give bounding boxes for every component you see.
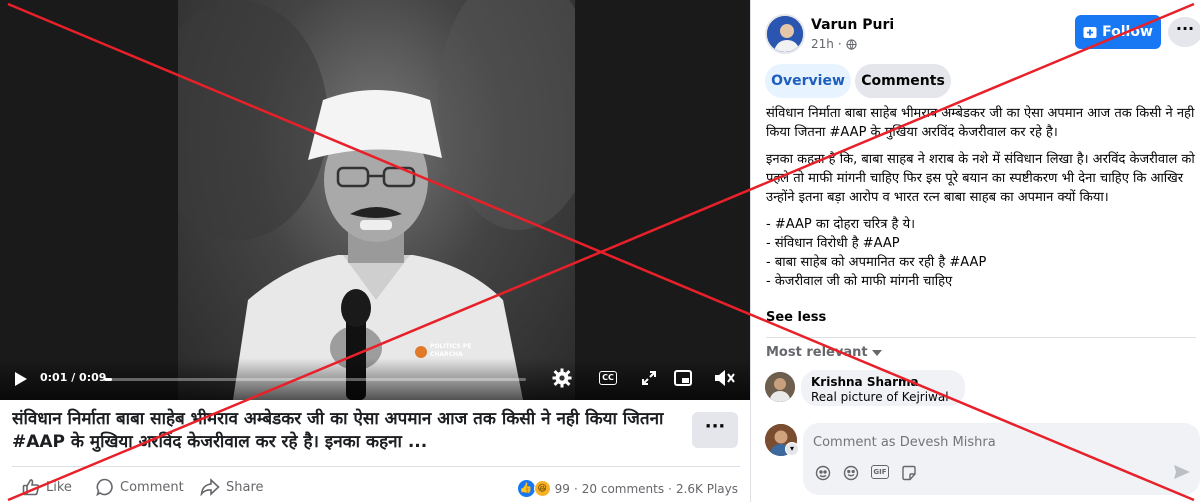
comment-button[interactable]: Comment — [96, 478, 184, 496]
video-controls-bar: 0:01 / 0:09 CC — [0, 358, 750, 400]
follow-button[interactable]: Follow — [1075, 15, 1161, 49]
see-less-link[interactable]: See less — [766, 310, 826, 325]
post-bullet: - संविधान विरोधी है #AAP — [766, 236, 900, 251]
comment-label: Comment — [120, 479, 184, 495]
share-icon — [200, 478, 220, 496]
video-progress-bar[interactable] — [104, 378, 526, 381]
comment-sort-dropdown[interactable]: Most relevant — [766, 345, 882, 360]
plays-count: 2.6K Plays — [675, 481, 738, 496]
post-time[interactable]: 21h — [811, 37, 834, 51]
play-icon[interactable] — [10, 368, 32, 390]
video-watermark: POLITICS PE CHARCHA — [430, 343, 472, 358]
comment-bubble: Krishna Sharma Real picture of Kejriwal — [801, 370, 965, 406]
comment-input[interactable] — [813, 432, 1183, 452]
mute-icon[interactable] — [712, 367, 738, 389]
stats-separator: · — [573, 481, 578, 496]
post-body: संविधान निर्माता बाबा साहेब भीमराव अम्बे… — [766, 104, 1196, 328]
stats-separator: · — [668, 481, 672, 496]
tab-overview[interactable]: Overview — [765, 64, 851, 98]
post-bullet-list: - #AAP का दोहरा चरित्र है ये। - संविधान … — [766, 215, 1196, 291]
gif-icon[interactable]: GIF — [871, 465, 889, 479]
emoji-icon[interactable] — [843, 465, 859, 481]
facebook-video-post: POLITICS PE CHARCHA 0:01 / 0:09 CC संविध… — [0, 0, 1200, 502]
tab-comments[interactable]: Comments — [855, 64, 951, 98]
reaction-count[interactable]: 99 — [555, 482, 570, 496]
comment-composer: GIF — [803, 423, 1200, 495]
author-avatar[interactable] — [765, 14, 805, 54]
thumbs-up-icon — [22, 479, 40, 496]
post-stats: 👍 😆 99 · 20 comments · 2.6K Plays — [517, 480, 738, 497]
divider — [766, 337, 1196, 338]
avatar-sticker-icon[interactable] — [815, 465, 831, 481]
comments-count[interactable]: 20 comments — [582, 482, 664, 496]
post-panel: Varun Puri 21h · Follow ··· Overview Com… — [750, 0, 1200, 502]
chevron-down-icon[interactable]: ▾ — [785, 442, 799, 456]
separator-dot: · — [837, 37, 842, 51]
comment-author[interactable]: Krishna Sharma — [811, 375, 955, 389]
cc-label: CC — [599, 371, 617, 385]
send-icon[interactable] — [1173, 463, 1193, 483]
composer-tools: GIF — [815, 465, 917, 481]
post-bullet: - केजरीवाल जी को माफी मांगनी चाहिए — [766, 274, 953, 289]
post-bullet: - #AAP का दोहरा चरित्र है ये। — [766, 217, 916, 232]
sticker-icon[interactable] — [901, 465, 917, 481]
closed-captions-button[interactable]: CC — [596, 367, 620, 389]
like-button[interactable]: Like — [22, 478, 72, 496]
expand-icon[interactable] — [638, 367, 660, 389]
author-name[interactable]: Varun Puri — [811, 17, 894, 33]
divider — [12, 466, 740, 467]
haha-reaction-icon: 😆 — [533, 480, 551, 497]
avatar[interactable] — [765, 372, 795, 402]
comment-text: Real picture of Kejriwal — [811, 390, 949, 404]
share-label: Share — [226, 479, 264, 495]
chevron-down-icon — [871, 349, 882, 356]
follow-label: Follow — [1102, 24, 1153, 40]
video-player[interactable]: POLITICS PE CHARCHA 0:01 / 0:09 CC — [0, 0, 750, 400]
video-frame[interactable]: POLITICS PE CHARCHA — [178, 0, 575, 400]
share-button[interactable]: Share — [200, 478, 264, 496]
sort-label: Most relevant — [766, 345, 868, 360]
post-action-bar: Like Comment Share 👍 😆 99 · 20 comments … — [0, 474, 750, 502]
post-bullet: - बाबा साहेब को अपमानित कर रही है #AAP — [766, 255, 987, 270]
video-time: 0:01 / 0:09 — [40, 371, 107, 384]
post-more-button[interactable]: ··· — [1168, 17, 1200, 47]
video-progress-fill — [104, 378, 113, 381]
post-meta: 21h · — [811, 37, 857, 51]
gear-icon[interactable] — [550, 366, 574, 390]
globe-icon — [846, 38, 857, 50]
follow-icon — [1083, 27, 1097, 38]
video-still-illustration — [178, 0, 575, 400]
post-caption: संविधान निर्माता बाबा साहेब भीमराव अम्बे… — [12, 409, 664, 452]
like-reaction-icon: 👍 — [517, 480, 535, 497]
picture-in-picture-icon[interactable] — [672, 367, 694, 389]
comment-icon — [96, 478, 113, 496]
post-paragraph: संविधान निर्माता बाबा साहेब भीमराव अम्बे… — [766, 106, 1195, 140]
post-paragraph: इनका कहना है कि, बाबा साहब ने शराब के नश… — [766, 152, 1195, 205]
like-label: Like — [46, 479, 72, 495]
caption-more-button[interactable]: ··· — [692, 412, 738, 448]
